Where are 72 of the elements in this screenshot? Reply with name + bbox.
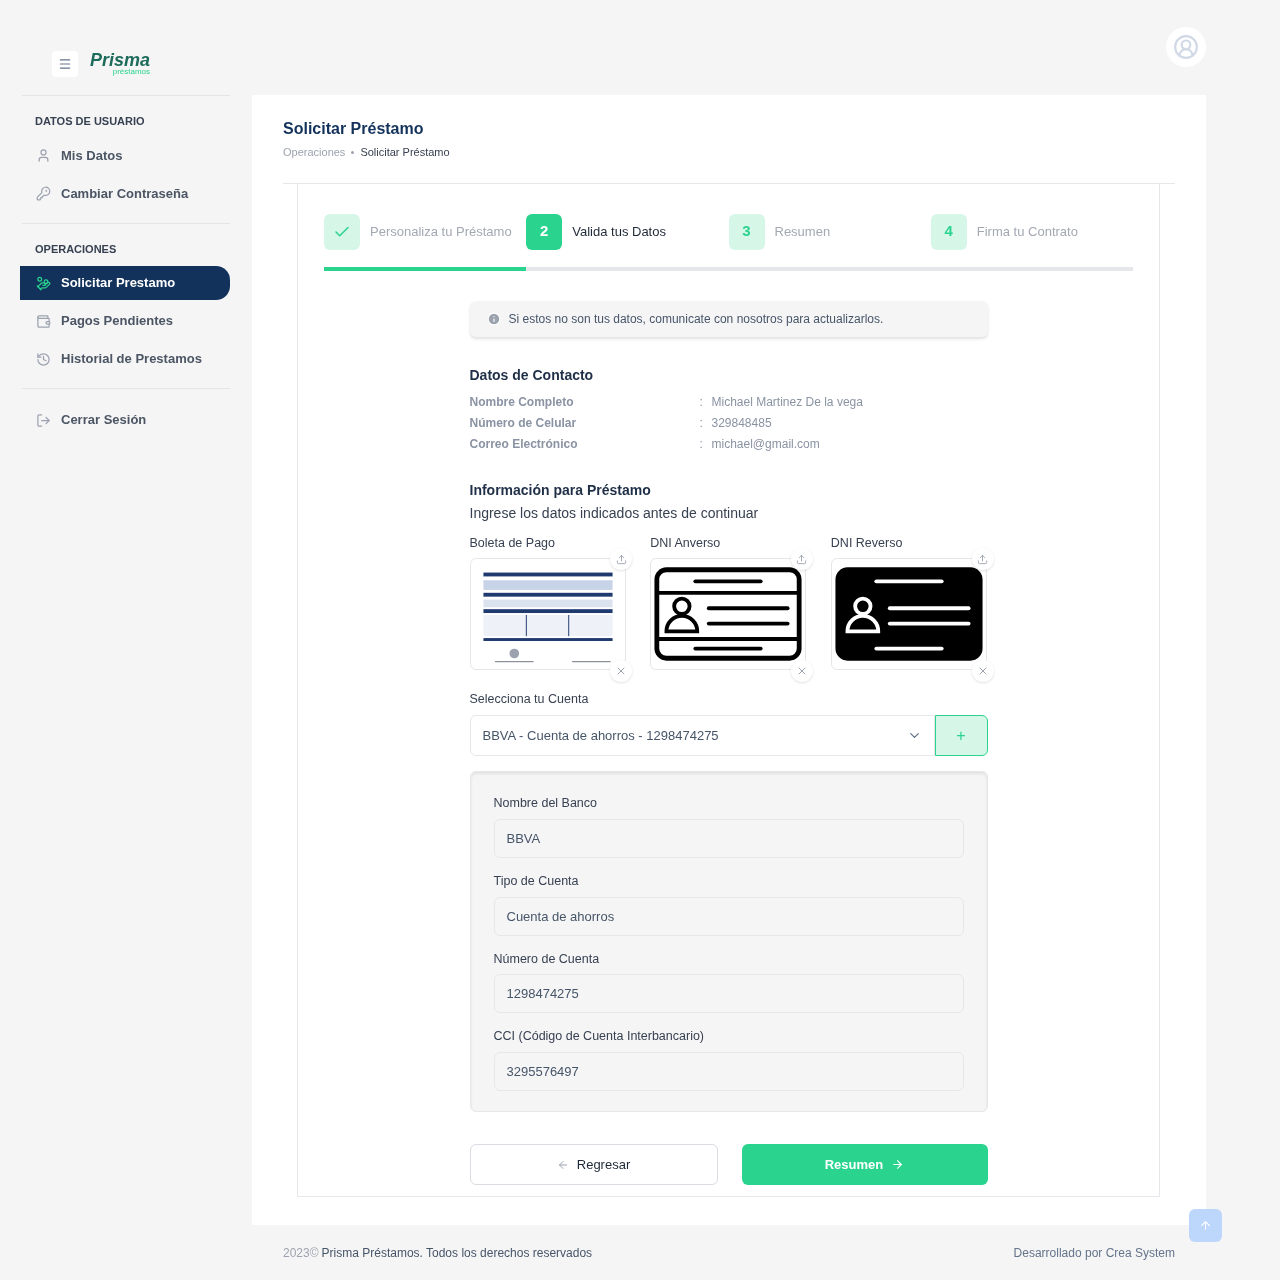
upload-label: DNI Anverso — [650, 534, 722, 552]
footer-year: 2023© — [283, 1244, 319, 1262]
field-label: Número de Cuenta — [493, 950, 601, 968]
text-field[interactable]: 1298474275 — [493, 974, 964, 1014]
step-number: 4 — [944, 221, 953, 242]
logout-icon — [36, 412, 51, 428]
step-label: Resumen — [774, 222, 831, 241]
arrow-up-icon — [1199, 1219, 1212, 1232]
separator: : — [699, 393, 704, 411]
nav-item[interactable]: Mis Datos — [22, 138, 230, 173]
field-label: Nombre del Banco — [493, 795, 599, 812]
upload-button[interactable] — [790, 548, 813, 571]
step-number: 3 — [742, 221, 751, 242]
section-heading: DATOS DE USUARIO — [34, 114, 146, 129]
arrow-left-icon — [556, 1158, 569, 1171]
nav-item[interactable]: Solicitar Prestamo — [20, 266, 230, 300]
text-field[interactable]: BBVA — [493, 818, 964, 858]
remove-button[interactable] — [790, 660, 813, 683]
upload-icon — [615, 553, 627, 565]
contact-label: Número de Celular — [469, 414, 578, 432]
step-label: Personaliza tu Préstamo — [370, 222, 512, 241]
info-icon — [486, 311, 501, 326]
footer-copyright: Prisma Préstamos. Todos los derechos reservados — [321, 1244, 593, 1262]
nav-item[interactable]: Historial de Prestamos — [22, 342, 230, 376]
back-button[interactable]: Regresar — [469, 1144, 718, 1185]
remove-button[interactable] — [610, 660, 633, 683]
contact-value: 329848485 — [711, 414, 772, 432]
footer-credit: Desarrollado por Crea System — [1013, 1244, 1175, 1262]
contact-label: Nombre Completo — [469, 393, 575, 411]
logo-text: Prisma — [90, 51, 151, 69]
scroll-top-button[interactable] — [1189, 1209, 1222, 1242]
avatar-icon — [1173, 34, 1199, 60]
nav-item[interactable]: Cerrar Sesión — [22, 403, 230, 437]
upload-button[interactable] — [971, 548, 994, 571]
notice-text: Si estos no son tus datos, comunicate con nosotros para actualizarlos. — [508, 310, 884, 328]
key-icon — [36, 186, 51, 201]
history-icon — [36, 351, 51, 367]
upload-label: DNI Reverso — [830, 534, 904, 552]
step-label: Firma tu Contrato — [976, 222, 1078, 241]
separator: : — [699, 414, 704, 432]
menu-button[interactable] — [52, 50, 78, 77]
field-label: CCI (Código de Cuenta Interbancario) — [493, 1028, 706, 1046]
avatar-button[interactable] — [1166, 27, 1206, 67]
upload-label: Boleta de Pago — [469, 534, 556, 552]
menu-icon — [58, 56, 72, 71]
section-heading: OPERACIONES — [34, 241, 118, 257]
page-title: Solicitar Préstamo — [283, 119, 425, 139]
contact-value: Michael Martinez De la vega — [711, 393, 863, 411]
step-number: 2 — [540, 221, 549, 242]
field-label: Selecciona tu Cuenta — [469, 691, 590, 709]
text-field[interactable]: 3295576497 — [493, 1052, 964, 1091]
section-title: Datos de Contacto — [469, 365, 595, 385]
remove-button[interactable] — [971, 660, 994, 683]
logo-tagline: préstamos — [112, 68, 151, 76]
step-label: Valida tus Datos — [572, 222, 666, 241]
text-field[interactable]: Cuenta de ahorros — [493, 896, 964, 936]
money-hand-icon — [36, 275, 51, 291]
wallet-icon — [36, 313, 51, 329]
contact-value: michael@gmail.com — [711, 435, 820, 453]
account-select[interactable]: BBVA - Cuenta de ahorros - 1298474275 — [469, 715, 935, 756]
upload-icon — [977, 553, 988, 565]
user-icon — [36, 148, 51, 163]
arrow-right-icon — [891, 1158, 905, 1171]
section-title: Información para Préstamo — [469, 480, 652, 500]
separator: : — [699, 435, 704, 453]
nav-item[interactable]: Pagos Pendientes — [22, 304, 230, 338]
section-subtitle: Ingrese los datos indicados antes de continuar — [469, 503, 760, 523]
nav-item[interactable]: Cambiar Contraseña — [22, 176, 230, 211]
upload-icon — [796, 553, 808, 565]
breadcrumb-link[interactable]: Solicitar Préstamo — [360, 144, 450, 161]
contact-label: Correo Electrónico — [469, 435, 579, 453]
field-label: Tipo de Cuenta — [493, 872, 580, 890]
